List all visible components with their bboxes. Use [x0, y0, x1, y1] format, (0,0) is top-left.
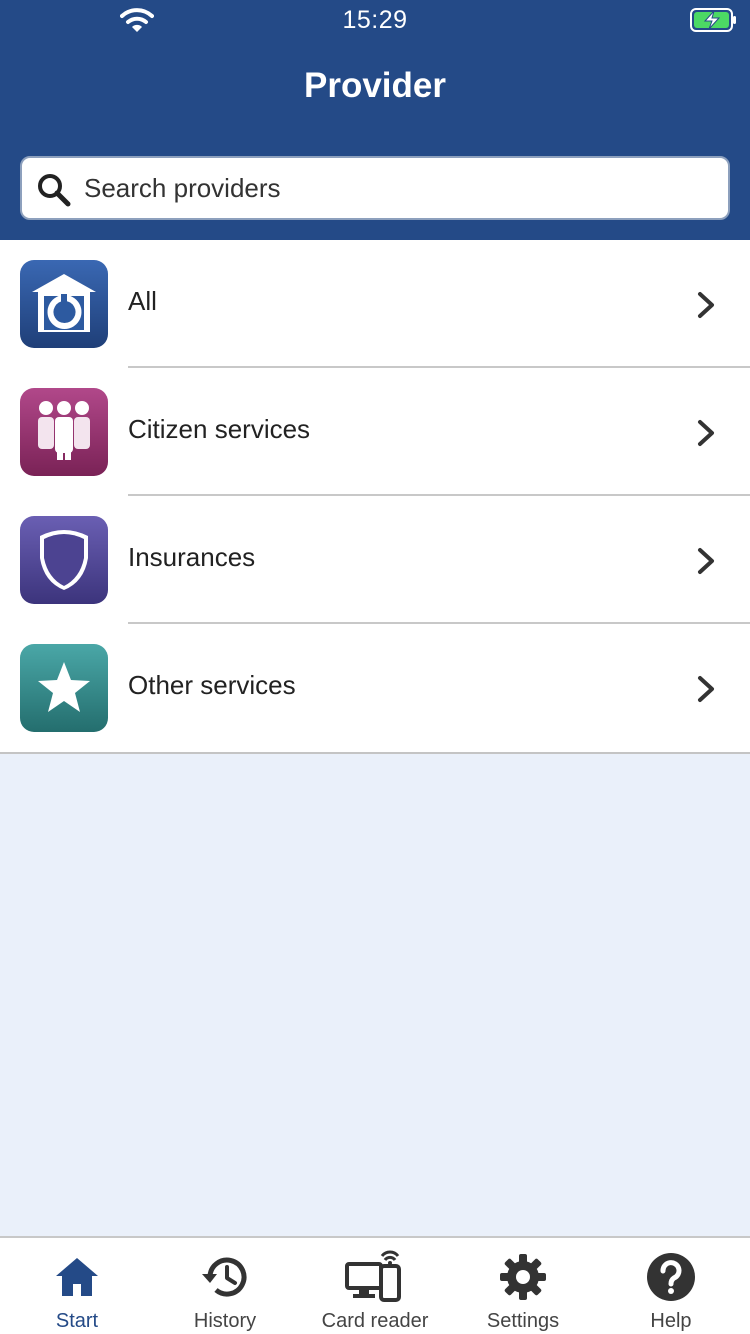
- tab-label: Start: [55, 1310, 99, 1332]
- tab-label: Settings: [486, 1310, 560, 1332]
- search-input[interactable]: [84, 166, 714, 210]
- search-icon: [38, 174, 71, 207]
- category-label: Insurances: [128, 542, 256, 572]
- tab-start[interactable]: Start: [2, 1238, 152, 1334]
- tab-label: Card reader: [321, 1310, 429, 1332]
- chevron-right-icon: [698, 292, 714, 318]
- status-time: 15:29: [342, 6, 408, 34]
- shield-icon: [20, 516, 108, 604]
- list-item-other-services[interactable]: Other services: [0, 624, 750, 752]
- star-icon: [20, 644, 108, 732]
- status-bar: 15:29: [0, 0, 750, 40]
- tab-label: History: [193, 1310, 257, 1332]
- list-item-insurances[interactable]: Insurances: [0, 496, 750, 624]
- chevron-right-icon: [698, 676, 714, 702]
- category-label: Citizen services: [128, 414, 311, 444]
- tab-card-reader[interactable]: Card reader: [300, 1238, 450, 1334]
- tab-settings[interactable]: Settings: [448, 1238, 598, 1334]
- chevron-right-icon: [698, 548, 714, 574]
- tab-help[interactable]: Help: [596, 1238, 746, 1334]
- home-icon: [56, 1258, 98, 1296]
- home-provider-icon: [20, 260, 108, 348]
- chevron-right-icon: [698, 420, 714, 446]
- category-label: All: [128, 286, 157, 316]
- gear-icon: [500, 1254, 546, 1300]
- tab-history[interactable]: History: [150, 1238, 300, 1334]
- category-label: Other services: [128, 670, 296, 700]
- history-icon: [202, 1257, 247, 1297]
- tab-label: Help: [650, 1310, 692, 1332]
- category-list: All Citizen services Insurances Other se…: [0, 240, 750, 754]
- list-item-all[interactable]: All: [0, 240, 750, 368]
- people-icon: [20, 388, 108, 476]
- list-item-citizen-services[interactable]: Citizen services: [0, 368, 750, 496]
- page-title: Provider: [304, 66, 446, 105]
- help-icon: [647, 1253, 695, 1301]
- card-reader-icon: [345, 1250, 401, 1302]
- header: 15:29 Provider: [0, 0, 750, 240]
- battery-charging-icon: [690, 8, 736, 32]
- tab-bar: Start History Card reader Settings Help: [0, 1236, 750, 1334]
- search-bar[interactable]: [20, 156, 730, 220]
